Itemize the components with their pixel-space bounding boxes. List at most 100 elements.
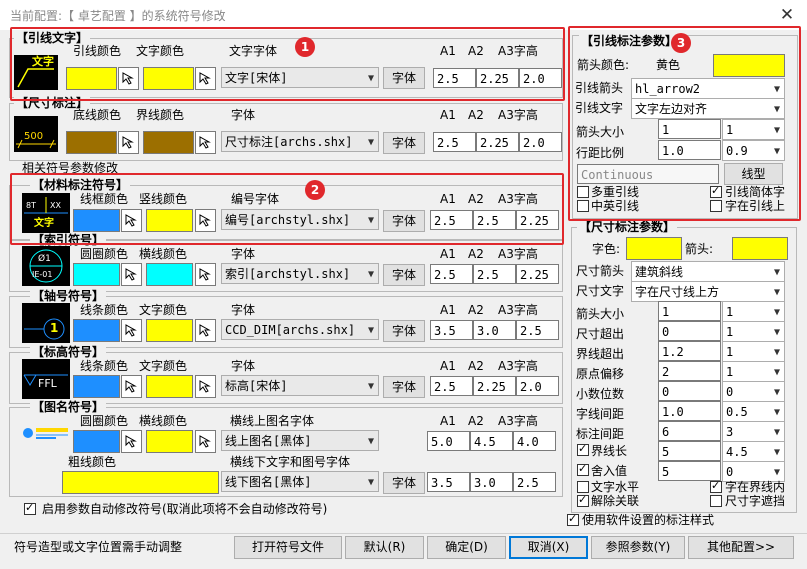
dn-a1-label: A1: [440, 414, 456, 428]
dn-font-lower-combo[interactable]: 线下图名[黑体] ▼: [221, 471, 379, 492]
index-circle-color-picker[interactable]: [121, 263, 142, 286]
dim-bound-color-swatch[interactable]: [143, 131, 194, 154]
dim-bound-color-picker[interactable]: [195, 131, 216, 154]
dn-font-button[interactable]: 字体: [383, 472, 425, 494]
auto-modify-checkbox[interactable]: [24, 501, 36, 515]
more-config-button[interactable]: 其他配置>>: [688, 536, 794, 559]
index-a3-input[interactable]: 2.25: [516, 264, 559, 284]
elev-text-color-picker[interactable]: [195, 375, 216, 398]
dn-hline-color-swatch[interactable]: [146, 430, 193, 453]
dim-a1-input[interactable]: 2.5: [433, 132, 476, 152]
dim-a3-input[interactable]: 2.0: [519, 132, 562, 152]
index-hline-color-picker[interactable]: [195, 263, 216, 286]
dp-text-in-checkbox[interactable]: [710, 479, 722, 493]
dp-row-combo[interactable]: 0 ▼: [722, 461, 785, 482]
elev-a3-input[interactable]: 2.0: [516, 376, 559, 396]
chevron-down-icon: ▼: [773, 367, 780, 378]
dn-w1-input[interactable]: 3.5: [427, 472, 470, 492]
elev-line-color-picker[interactable]: [121, 375, 142, 398]
axis-text-color-swatch[interactable]: [146, 319, 193, 342]
dn-hline-color-label: 横线颜色: [139, 414, 188, 428]
dp-use-software-checkbox[interactable]: [567, 512, 579, 526]
axis-line-color-picker[interactable]: [121, 319, 142, 342]
elev-font-button[interactable]: 字体: [383, 376, 425, 398]
dp-row-label: 字线间距: [576, 407, 625, 421]
default-button[interactable]: 默认(R): [345, 536, 424, 559]
dn-circle-color-swatch[interactable]: [73, 430, 120, 453]
axis-a3-input[interactable]: 2.5: [516, 320, 559, 340]
axis-a1-label: A1: [440, 303, 456, 317]
elev-line-color-swatch[interactable]: [73, 375, 120, 398]
axis-font-combo[interactable]: CCD_DIM[archs.shx] ▼: [221, 319, 379, 340]
dim-font-combo[interactable]: 尺寸标注[archs.shx] ▼: [221, 131, 379, 152]
dn-w3-input[interactable]: 2.5: [513, 472, 556, 492]
elev-a2-input[interactable]: 2.25: [473, 376, 516, 396]
dim-font-button[interactable]: 字体: [383, 132, 425, 154]
dp-text-label: 尺寸文字: [576, 284, 625, 298]
axis-font-button[interactable]: 字体: [383, 320, 425, 342]
axis-line-color-swatch[interactable]: [73, 319, 120, 342]
index-a1-label: A1: [440, 247, 456, 261]
dp-round-checkbox[interactable]: [577, 462, 589, 476]
dp-row-input[interactable]: 5: [658, 441, 721, 461]
dp-row-combo[interactable]: 1 ▼: [722, 341, 785, 362]
axis-a1-input[interactable]: 3.5: [430, 320, 473, 340]
elev-font-combo[interactable]: 标高[宋体] ▼: [221, 375, 379, 396]
color-picker-icon: [125, 435, 137, 448]
index-circle-color-swatch[interactable]: [73, 263, 120, 286]
cancel-button[interactable]: 取消(X): [509, 536, 588, 559]
dp-row-input[interactable]: 0: [658, 381, 721, 401]
dp-row-input[interactable]: 1: [658, 301, 721, 321]
index-a2-input[interactable]: 2.5: [473, 264, 516, 284]
open-symbol-file-button[interactable]: 打开符号文件: [234, 536, 342, 559]
dn-circle-color-picker[interactable]: [121, 430, 142, 453]
chevron-down-icon: ▼: [773, 327, 780, 338]
dim-a2-input[interactable]: 2.25: [476, 132, 519, 152]
dp-row-combo[interactable]: 0.5 ▼: [722, 401, 785, 422]
dn-hline-color-picker[interactable]: [195, 430, 216, 453]
dn-font-upper-combo[interactable]: 线上图名[黑体] ▼: [221, 430, 379, 451]
dim-line-color-swatch[interactable]: [66, 131, 117, 154]
elev-a1-input[interactable]: 2.5: [430, 376, 473, 396]
index-hline-color-swatch[interactable]: [146, 263, 193, 286]
dn-bold-color-swatch[interactable]: [62, 471, 219, 494]
dn-a2-input[interactable]: 4.5: [470, 431, 513, 451]
axis-font-label: 字体: [231, 303, 256, 317]
dp-arrow-color-swatch[interactable]: [732, 237, 788, 260]
dp-bound-len-checkbox[interactable]: [577, 442, 589, 456]
dp-release-checkbox[interactable]: [577, 493, 589, 507]
dp-row-input[interactable]: 1.0: [658, 401, 721, 421]
color-picker-icon: [125, 268, 137, 281]
dn-a3-input[interactable]: 4.0: [513, 431, 556, 451]
auto-modify-label: 启用参数自动修改符号(取消此项将不会自动修改符号): [42, 502, 328, 516]
dp-text-h-checkbox[interactable]: [577, 481, 589, 493]
dp-row-combo[interactable]: 0 ▼: [722, 381, 785, 402]
dp-cover-checkbox[interactable]: [710, 495, 722, 507]
dim-line-color-picker[interactable]: [118, 131, 139, 154]
axis-text-color-picker[interactable]: [195, 319, 216, 342]
dn-a1-input[interactable]: 5.0: [427, 431, 470, 451]
dp-row-input[interactable]: 5: [658, 461, 721, 481]
dp-row-sel: 1: [726, 325, 734, 339]
index-font-button[interactable]: 字体: [383, 264, 425, 286]
ok-button[interactable]: 确定(D): [427, 536, 506, 559]
dp-row-input[interactable]: 2: [658, 361, 721, 381]
dp-row-combo[interactable]: 1 ▼: [722, 301, 785, 322]
dp-text-combo[interactable]: 字在尺寸线上方 ▼: [631, 281, 785, 302]
dp-arrow-combo[interactable]: 建筑斜线 ▼: [631, 261, 785, 282]
dp-row-combo[interactable]: 3 ▼: [722, 421, 785, 442]
dp-row-input[interactable]: 6: [658, 421, 721, 441]
dp-row-input[interactable]: 0: [658, 321, 721, 341]
dn-w2-input[interactable]: 3.0: [470, 472, 513, 492]
dp-row-input[interactable]: 1.2: [658, 341, 721, 361]
dp-row-combo[interactable]: 1 ▼: [722, 321, 785, 342]
elev-text-color-swatch[interactable]: [146, 375, 193, 398]
axis-a2-input[interactable]: 3.0: [473, 320, 516, 340]
dp-row-combo[interactable]: 4.5 ▼: [722, 441, 785, 462]
index-font-combo[interactable]: 索引[archstyl.shx] ▼: [221, 263, 379, 284]
dp-text-color-swatch[interactable]: [626, 237, 682, 260]
chevron-down-icon: ▼: [773, 427, 780, 438]
reference-params-button[interactable]: 参照参数(Y): [591, 536, 685, 559]
dp-row-combo[interactable]: 1 ▼: [722, 361, 785, 382]
index-a1-input[interactable]: 2.5: [430, 264, 473, 284]
